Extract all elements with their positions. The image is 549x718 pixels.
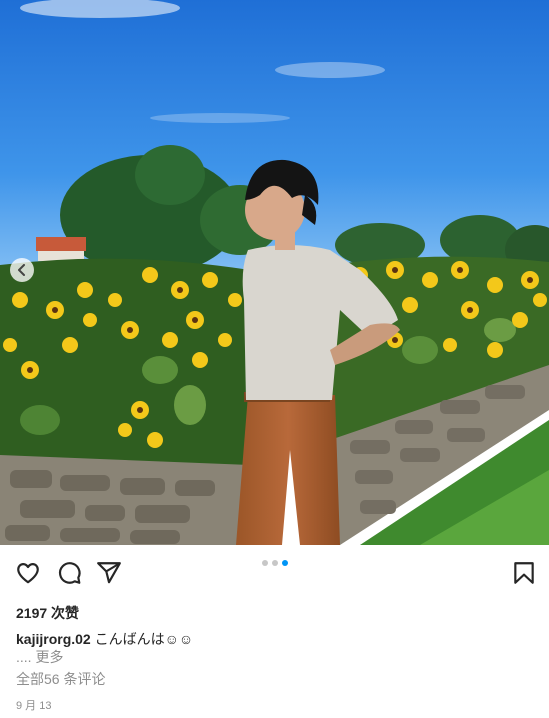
share-icon[interactable] (96, 560, 122, 586)
post-image (0, 0, 549, 545)
chevron-left-icon (18, 264, 25, 276)
carousel-prev-button[interactable] (10, 258, 34, 282)
carousel-dot (261, 560, 268, 566)
likes-count[interactable]: 2197 次赞 (16, 603, 79, 623)
carousel-indicator (0, 560, 549, 566)
more-link[interactable]: .... 更多 (16, 647, 63, 667)
bookmark-icon[interactable] (511, 560, 537, 586)
post-date: 9 月 13 (16, 700, 52, 712)
post-photo[interactable] (0, 0, 549, 545)
caption-username[interactable]: kajijrorg.02 (16, 631, 91, 647)
caption-text: こんばんは☺☺ (94, 631, 194, 647)
carousel-dot-active (281, 560, 288, 566)
carousel-dot (271, 560, 278, 566)
post-caption: kajijrorg.02 こんばんは☺☺ (16, 629, 193, 649)
heart-icon[interactable] (15, 560, 41, 586)
comment-icon[interactable] (56, 560, 82, 586)
view-all-comments-link[interactable]: 全部56 条评论 (16, 669, 105, 689)
